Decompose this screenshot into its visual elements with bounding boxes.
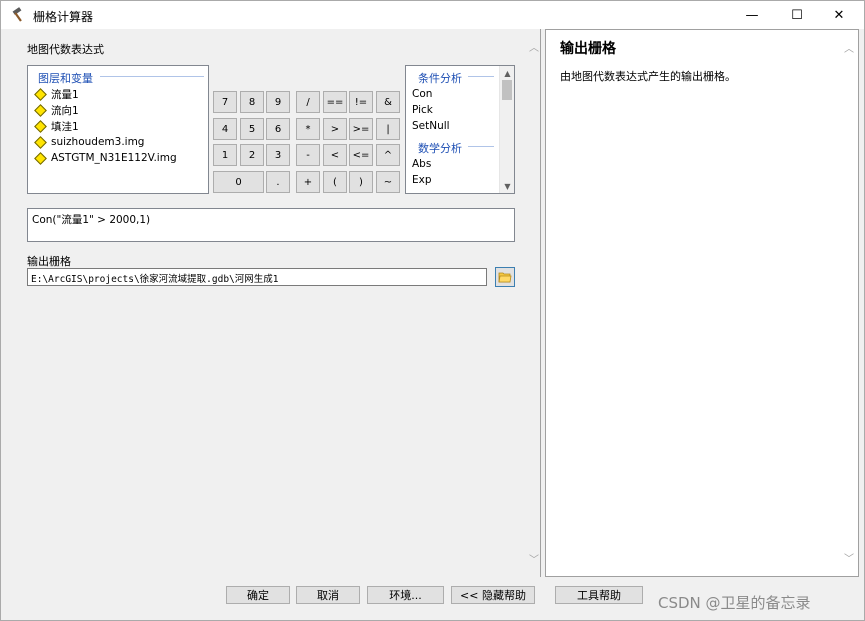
tool-item-pick[interactable]: Pick bbox=[412, 104, 433, 116]
help-title: 输出栅格 bbox=[560, 41, 616, 57]
layers-variables-list[interactable]: 图层和变量 流量1 流向1 填洼1 suizhoudem3.img ASTGTM… bbox=[27, 65, 209, 194]
calc-button-or[interactable]: | bbox=[376, 118, 400, 140]
raster-layer-icon bbox=[34, 119, 47, 133]
scroll-down-icon[interactable]: ﹀ bbox=[842, 550, 856, 565]
minimize-icon: — bbox=[745, 7, 759, 23]
calc-button-6[interactable]: 6 bbox=[266, 118, 290, 140]
calc-button-8[interactable]: 8 bbox=[240, 91, 264, 113]
calc-button-equal[interactable]: == bbox=[323, 91, 347, 113]
layer-item-flow-acc[interactable]: 流量1 bbox=[34, 86, 79, 102]
calc-button-less[interactable]: < bbox=[323, 144, 347, 166]
expression-input[interactable]: Con("流量1" > 2000,1) bbox=[27, 208, 515, 242]
scroll-down-icon[interactable]: ﹀ bbox=[527, 551, 541, 566]
maximize-icon: ☐ bbox=[791, 7, 803, 23]
scroll-thumb[interactable] bbox=[502, 80, 512, 100]
tool-item-exp[interactable]: Exp bbox=[412, 174, 432, 186]
close-button[interactable]: ✕ bbox=[816, 1, 862, 29]
calc-button-greater[interactable]: > bbox=[323, 118, 347, 140]
raster-layer-icon bbox=[34, 87, 47, 101]
window-title: 栅格计算器 bbox=[33, 10, 94, 24]
title-bar: 栅格计算器 — bbox=[1, 1, 864, 29]
calc-button-multiply[interactable]: * bbox=[296, 118, 320, 140]
layer-item-suizhoudem3[interactable]: suizhoudem3.img bbox=[34, 134, 144, 150]
raster-layer-icon bbox=[34, 151, 47, 165]
browse-button[interactable] bbox=[495, 267, 515, 287]
maximize-button[interactable]: ☐ bbox=[774, 1, 820, 29]
expression-section-label: 地图代数表达式 bbox=[27, 43, 104, 56]
calc-button-decimal[interactable]: . bbox=[266, 171, 290, 193]
calc-button-2[interactable]: 2 bbox=[240, 144, 264, 166]
layer-label: 流向1 bbox=[51, 104, 79, 117]
calc-button-7[interactable]: 7 bbox=[213, 91, 237, 113]
calc-button-not[interactable]: ~ bbox=[376, 171, 400, 193]
close-icon: ✕ bbox=[833, 7, 845, 23]
output-raster-input[interactable]: E:\ArcGIS\projects\徐家河流域提取.gdb\河网生成1 bbox=[27, 268, 487, 286]
layer-label: ASTGTM_N31E112V.img bbox=[51, 152, 177, 164]
tools-scrollbar[interactable]: ▲ ▼ bbox=[499, 66, 514, 193]
layer-label: 流量1 bbox=[51, 88, 79, 101]
group-divider bbox=[468, 146, 494, 147]
calc-button-5[interactable]: 5 bbox=[240, 118, 264, 140]
conditional-group-header: 条件分析 bbox=[418, 72, 462, 85]
output-raster-label: 输出栅格 bbox=[27, 255, 71, 268]
calc-button-1[interactable]: 1 bbox=[213, 144, 237, 166]
tool-item-con[interactable]: Con bbox=[412, 88, 432, 100]
calc-button-xor[interactable]: ^ bbox=[376, 144, 400, 166]
tool-item-setnull[interactable]: SetNull bbox=[412, 120, 450, 132]
tool-parameters-panel: 地图代数表达式 图层和变量 流量1 流向1 填洼1 suizhoudem3.im… bbox=[7, 29, 541, 577]
scroll-up-icon[interactable]: ▲ bbox=[500, 66, 515, 80]
calc-button-9[interactable]: 9 bbox=[266, 91, 290, 113]
calc-button-3[interactable]: 3 bbox=[266, 144, 290, 166]
calc-button-0[interactable]: 0 bbox=[213, 171, 264, 193]
calc-button-and[interactable]: & bbox=[376, 91, 400, 113]
layer-label: 填洼1 bbox=[51, 120, 79, 133]
help-panel: 输出栅格 由地图代数表达式产生的输出栅格。 ︿ ﹀ bbox=[545, 29, 859, 577]
calc-button-4[interactable]: 4 bbox=[213, 118, 237, 140]
layer-item-fill[interactable]: 填洼1 bbox=[34, 118, 79, 134]
layer-item-astgtm[interactable]: ASTGTM_N31E112V.img bbox=[34, 150, 177, 166]
help-scrollbar[interactable]: ︿ ﹀ bbox=[842, 32, 856, 574]
group-divider bbox=[100, 76, 204, 77]
environments-button[interactable]: 环境... bbox=[367, 586, 444, 604]
calc-button-plus[interactable]: + bbox=[296, 171, 320, 193]
calc-button-divide[interactable]: / bbox=[296, 91, 320, 113]
group-divider bbox=[468, 76, 494, 77]
help-description: 由地图代数表达式产生的输出栅格。 bbox=[560, 70, 736, 83]
calc-button-minus[interactable]: - bbox=[296, 144, 320, 166]
scroll-up-icon[interactable]: ︿ bbox=[527, 39, 541, 54]
hide-help-button[interactable]: << 隐藏帮助 bbox=[451, 586, 535, 604]
layers-group-header: 图层和变量 bbox=[38, 72, 93, 85]
tool-item-abs[interactable]: Abs bbox=[412, 158, 431, 170]
math-group-header: 数学分析 bbox=[418, 142, 462, 155]
calc-button-close-paren[interactable]: ) bbox=[349, 171, 373, 193]
watermark: CSDN @卫星的备忘录 bbox=[658, 594, 811, 612]
ok-button[interactable]: 确定 bbox=[226, 586, 290, 604]
hammer-icon bbox=[12, 7, 22, 22]
calc-button-greater-equal[interactable]: >= bbox=[349, 118, 373, 140]
scroll-down-icon[interactable]: ▼ bbox=[500, 179, 515, 193]
minimize-button[interactable]: — bbox=[729, 1, 775, 29]
tools-list[interactable]: 条件分析 Con Pick SetNull 数学分析 Abs Exp ▲ ▼ bbox=[405, 65, 515, 194]
calc-button-open-paren[interactable]: ( bbox=[323, 171, 347, 193]
raster-layer-icon bbox=[34, 135, 47, 149]
layer-label: suizhoudem3.img bbox=[51, 136, 145, 148]
raster-layer-icon bbox=[34, 103, 47, 117]
scroll-up-icon[interactable]: ︿ bbox=[842, 40, 856, 55]
tool-help-button[interactable]: 工具帮助 bbox=[555, 586, 643, 604]
cancel-button[interactable]: 取消 bbox=[296, 586, 360, 604]
raster-calculator-window: 栅格计算器 — 地图代数表达式 图层和变量 流量1 流向1 填洼1 suizho… bbox=[0, 0, 865, 621]
calc-button-less-equal[interactable]: <= bbox=[349, 144, 373, 166]
parameters-scrollbar[interactable]: ︿ ﹀ bbox=[527, 31, 541, 575]
layer-item-flow-dir[interactable]: 流向1 bbox=[34, 102, 79, 118]
calc-button-not-equal[interactable]: != bbox=[349, 91, 373, 113]
open-folder-icon bbox=[498, 272, 512, 283]
